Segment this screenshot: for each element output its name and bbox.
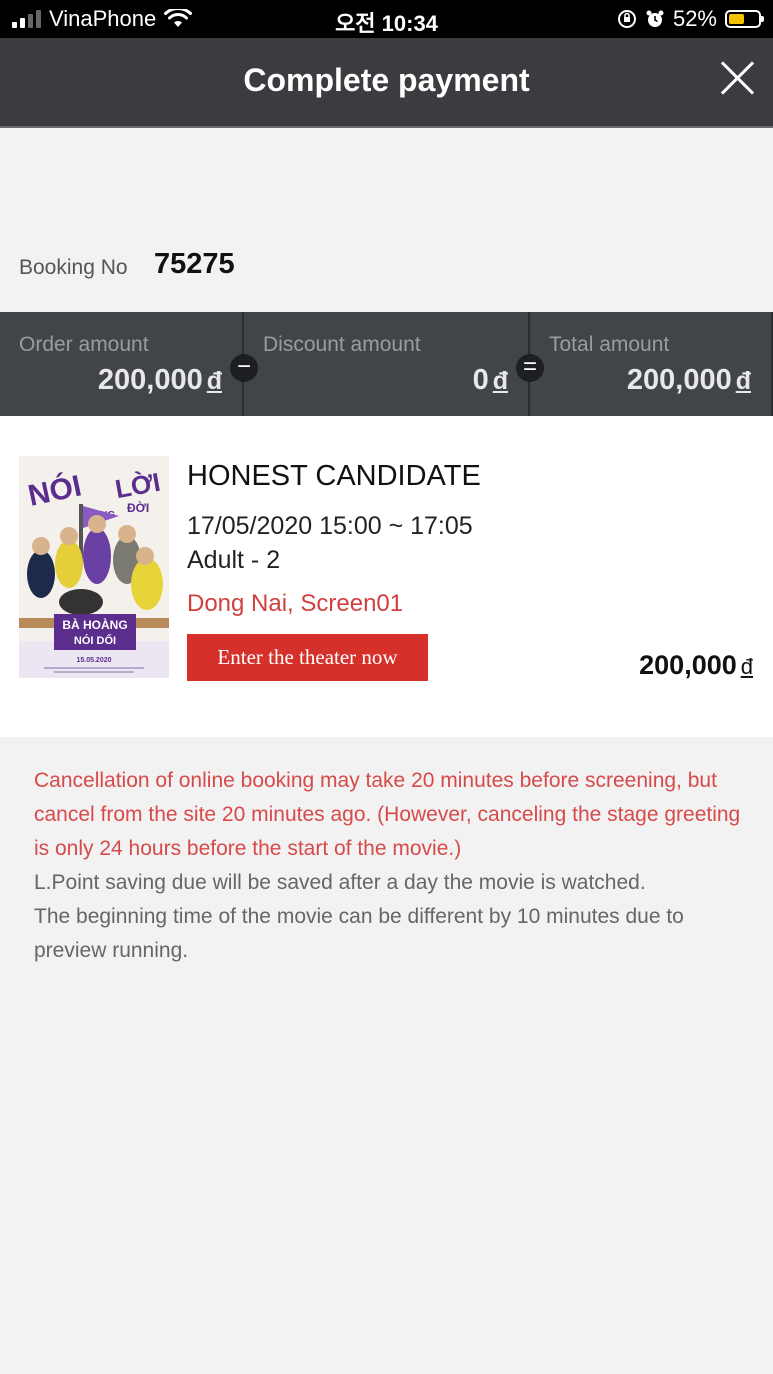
cancellation-note: Cancellation of online booking may take … (34, 769, 741, 860)
movie-card: NÓI LỜI TRONG ĐỜI BÀ HOÀNG NÓI DỐI 15.05… (0, 416, 773, 737)
booking-number: 75275 (154, 248, 235, 280)
alarm-icon (646, 10, 664, 27)
start-time-note: The beginning time of the movie can be d… (34, 905, 684, 962)
close-icon[interactable] (717, 58, 757, 98)
rotation-lock-icon (617, 10, 636, 28)
notes-section: Cancellation of online booking may take … (34, 764, 754, 968)
svg-text:NÓI DỐI: NÓI DỐI (74, 633, 116, 647)
movie-poster: NÓI LỜI TRONG ĐỜI BÀ HOÀNG NÓI DỐI 15.05… (19, 456, 169, 678)
order-amount-value: 200,000 đ (97, 364, 222, 396)
minus-icon: − (230, 354, 258, 382)
total-amount-value: 200,000 đ (626, 364, 751, 396)
enter-theater-button[interactable]: Enter the theater now (187, 634, 428, 681)
svg-text:15.05.2020: 15.05.2020 (76, 657, 111, 664)
status-right: 52% (617, 6, 764, 32)
equals-icon: = (516, 354, 544, 382)
page-title: Complete payment (243, 62, 530, 98)
movie-price: 200,000 đ (639, 650, 753, 680)
amount-summary: Order amount 200,000 đ Discount amount 0đ… (0, 312, 773, 416)
svg-text:ĐỜI: ĐỜI (127, 500, 149, 515)
booking-section: Booking No 75275 (0, 130, 773, 312)
lpoint-note: L.Point saving due will be saved after a… (34, 871, 646, 894)
booking-label: Booking No (19, 256, 128, 279)
battery-icon (725, 10, 764, 28)
discount-amount-label: Discount amount (263, 333, 421, 356)
movie-datetime: 17/05/2020 15:00 ~ 17:05 (187, 512, 473, 540)
order-amount: Order amount 200,000 đ (0, 312, 244, 416)
movie-title: HONEST CANDIDATE (187, 460, 481, 492)
svg-text:BÀ HOÀNG: BÀ HOÀNG (62, 617, 127, 632)
header: Complete payment (0, 38, 773, 128)
discount-amount: Discount amount 0đ (244, 312, 530, 416)
total-amount-label: Total amount (549, 333, 670, 356)
total-amount: Total amount 200,000 đ (530, 312, 773, 416)
status-bar: VinaPhone 오전 10:34 52% (0, 0, 773, 38)
battery-percent: 52% (672, 6, 717, 31)
order-amount-label: Order amount (19, 333, 149, 356)
discount-amount-value: 0đ (472, 364, 508, 396)
movie-location: Dong Nai, Screen01 (187, 590, 404, 617)
movie-seats: Adult - 2 (187, 546, 281, 574)
